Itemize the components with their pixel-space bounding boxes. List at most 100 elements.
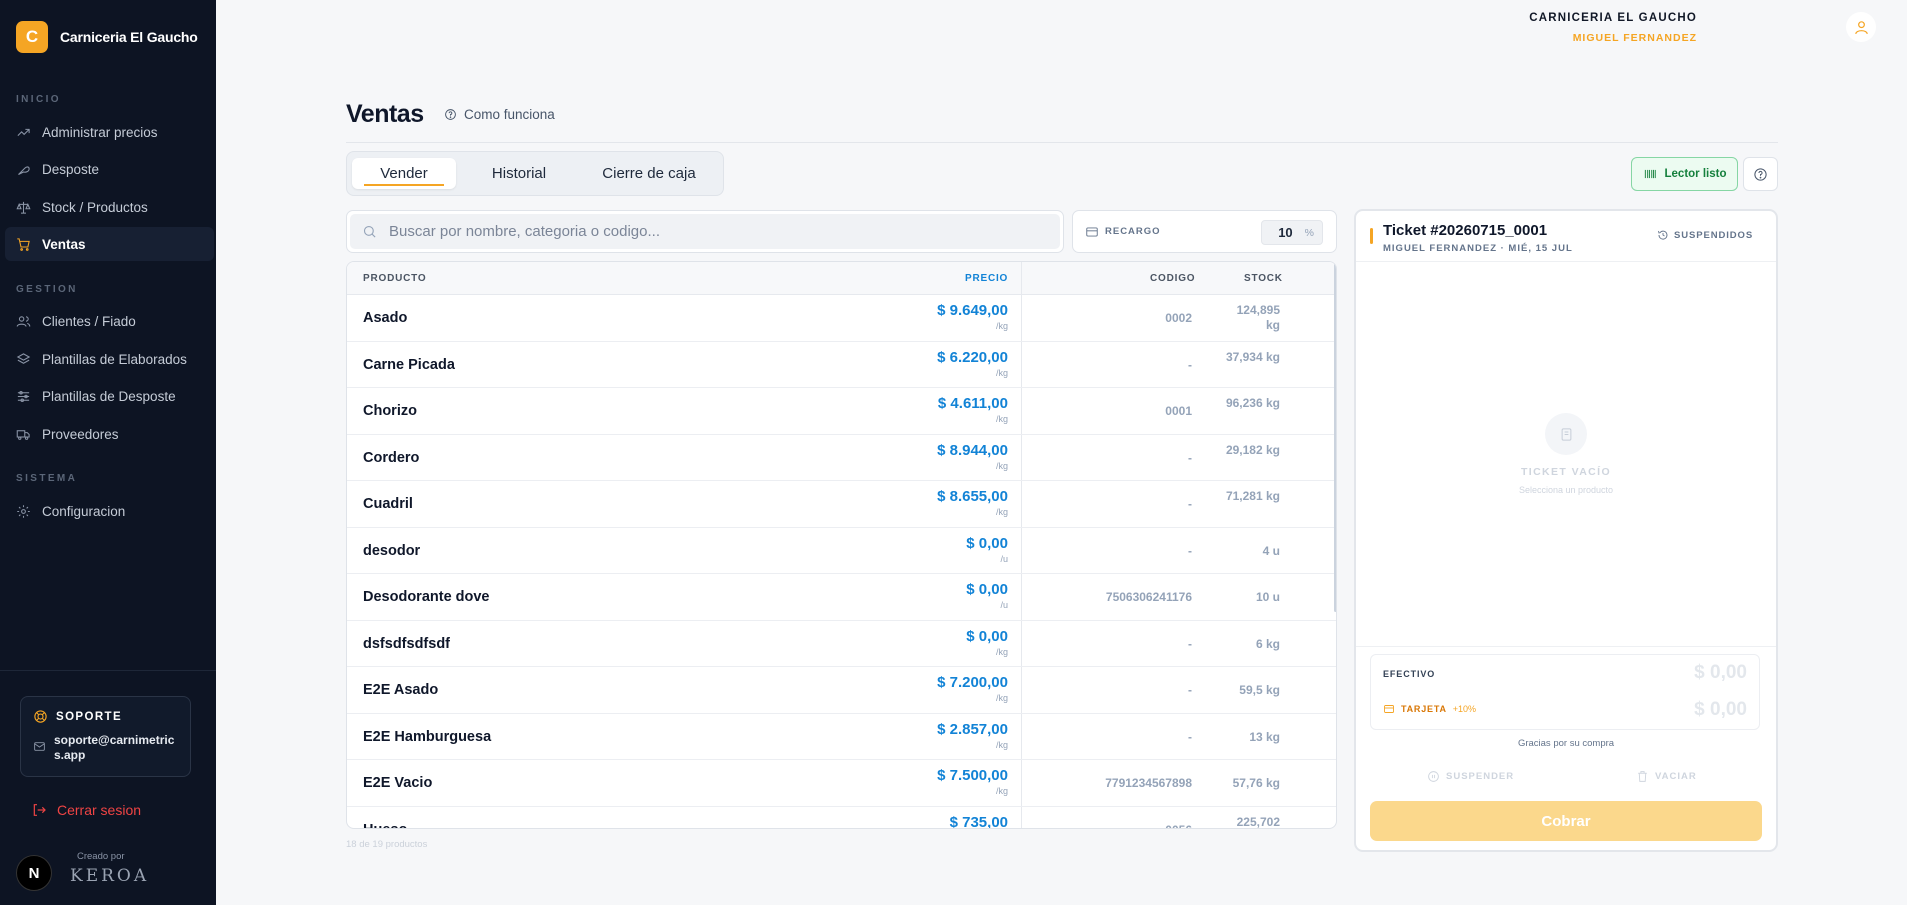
- sidebar-item-stock-productos[interactable]: Stock / Productos: [5, 190, 214, 224]
- product-price: $ 9.649,00: [937, 302, 1008, 319]
- help-circle-icon: [445, 109, 456, 120]
- sidebar-item-label: Administrar precios: [42, 124, 158, 140]
- credit-card-icon: [1384, 705, 1394, 713]
- users-icon: [16, 315, 31, 327]
- table-row[interactable]: Cuadril $ 8.655,00/kg - 71,281 kg: [347, 481, 1336, 528]
- product-unit: /kg: [995, 693, 1008, 703]
- product-stock: 71,281 kg: [1225, 489, 1280, 503]
- surcharge-label: RECARGO: [1105, 226, 1161, 237]
- table-scrollbar[interactable]: [1334, 262, 1336, 612]
- table-row[interactable]: Asado $ 9.649,00/kg 0002 124,895 kg: [347, 295, 1336, 342]
- sidebar-item-label: Plantillas de Elaborados: [42, 351, 187, 367]
- product-name: Cuadril: [363, 496, 413, 512]
- product-price: $ 0,00: [966, 534, 1008, 552]
- table-row[interactable]: Hueso$ 735,00/kg0056225,702 kg: [347, 807, 1336, 829]
- empty-ticket-title: TICKET VACÍO: [1520, 466, 1612, 478]
- product-unit: /u: [1000, 553, 1008, 564]
- card-amount: $ 0,00: [1694, 699, 1747, 720]
- cut-icon: [18, 165, 30, 175]
- product-code: 0056: [1165, 823, 1192, 829]
- barcode-icon: [1644, 169, 1656, 179]
- table-row[interactable]: desodor $ 0,00/u -4 u: [347, 528, 1336, 574]
- table-row[interactable]: E2E Asado $ 7.200,00/kg -59,5 kg: [347, 667, 1336, 714]
- scale-icon: [16, 201, 31, 214]
- product-name: Chorizo: [363, 403, 417, 419]
- table-row[interactable]: Chorizo $ 4.611,00/kg 0001 96,236 kg: [347, 388, 1336, 435]
- avatar-circle[interactable]: N: [16, 855, 52, 891]
- sidebar-item-ventas[interactable]: Ventas: [5, 227, 214, 261]
- sidebar-item-label: Plantillas de Desposte: [42, 388, 176, 404]
- brand[interactable]: C Carniceria El Gaucho: [16, 21, 198, 53]
- support-card: SOPORTE soporte@carnimetrics.app: [20, 696, 191, 777]
- product-stock: 96,236 kg: [1225, 396, 1280, 410]
- product-unit: /kg: [995, 507, 1008, 517]
- product-stock: 10 u: [1255, 590, 1280, 604]
- column-header-codigo: CODIGO: [1150, 273, 1196, 284]
- trash-icon: [1638, 771, 1647, 782]
- how-it-works-link[interactable]: Como funciona: [444, 107, 555, 122]
- sidebar-item-plantillas-desposte[interactable]: Plantillas de Desposte: [5, 379, 214, 413]
- charge-button[interactable]: Cobrar: [1370, 801, 1762, 841]
- suspend-button[interactable]: SUSPENDER: [1427, 770, 1514, 783]
- sidebar-item-label: Desposte: [42, 161, 100, 177]
- product-name: Desodorante dove: [363, 589, 490, 605]
- surcharge-control: RECARGO 10 %: [1072, 210, 1337, 253]
- product-price: $ 0,00: [966, 627, 1008, 645]
- clear-button[interactable]: VACIAR: [1636, 770, 1697, 783]
- product-unit: /kg: [995, 414, 1008, 424]
- sidebar-item-plantillas-elaborados[interactable]: Plantillas de Elaborados: [5, 342, 214, 376]
- credit-card-icon: [1086, 226, 1098, 237]
- product-price: $ 0,00: [966, 581, 1008, 598]
- product-price: $ 6.220,00: [937, 348, 1008, 366]
- product-unit: /kg: [995, 321, 1008, 331]
- product-name: Cordero: [363, 449, 420, 466]
- sidebar-item-desposte[interactable]: Desposte: [5, 152, 214, 186]
- logout-button[interactable]: Cerrar sesion: [31, 802, 141, 818]
- product-name: E2E Vacio: [363, 775, 433, 791]
- sidebar-item-proveedores[interactable]: Proveedores: [5, 417, 214, 451]
- user-icon: [1854, 20, 1868, 34]
- sidebar-item-clientes-fiado[interactable]: Clientes / Fiado: [5, 304, 214, 338]
- product-price: $ 7.200,00: [937, 674, 1008, 691]
- scanner-ready-button[interactable]: Lector listo: [1631, 157, 1738, 191]
- suspended-button[interactable]: SUSPENDIDOS: [1657, 229, 1753, 241]
- tab-cierre-de-caja[interactable]: Cierre de caja: [584, 158, 714, 189]
- product-code: -: [1188, 450, 1192, 465]
- table-row[interactable]: Cordero $ 8.944,00/kg - 29,182 kg: [347, 435, 1336, 481]
- table-row[interactable]: E2E Hamburguesa $ 2.857,00/kg -13 kg: [347, 714, 1336, 760]
- product-stock: 29,182 kg: [1225, 442, 1280, 457]
- search-icon: [363, 225, 376, 238]
- tab-vender[interactable]: Vender: [352, 158, 456, 189]
- table-row[interactable]: Carne Picada $ 6.220,00/kg - 37,934 kg: [347, 342, 1336, 388]
- surcharge-unit: %: [1304, 226, 1314, 239]
- product-code: -: [1188, 357, 1192, 372]
- surcharge-value: 10: [1278, 225, 1293, 240]
- ticket-divider: [1356, 261, 1776, 262]
- keroa-logo[interactable]: KEROA: [70, 866, 149, 886]
- brand-name: Carniceria El Gaucho: [60, 29, 198, 45]
- product-name: dsfsdfsdfsdf: [363, 635, 450, 652]
- gear-icon: [17, 504, 30, 518]
- tab-historial[interactable]: Historial: [469, 158, 569, 189]
- surcharge-input[interactable]: 10 %: [1261, 220, 1323, 245]
- sidebar-item-administrar-precios[interactable]: Administrar precios: [5, 115, 214, 149]
- product-code: 0001: [1165, 404, 1192, 418]
- truck-icon: [16, 429, 30, 440]
- user-avatar[interactable]: [1846, 12, 1876, 42]
- sidebar-item-configuracion[interactable]: Configuracion: [5, 494, 214, 528]
- cash-amount: $ 0,00: [1694, 662, 1747, 683]
- brand-logo: C: [16, 21, 48, 53]
- search-field: [350, 214, 1060, 249]
- product-stock: 13 kg: [1249, 729, 1280, 744]
- pause-icon: [1428, 771, 1439, 782]
- title-divider: [346, 142, 1778, 143]
- support-email[interactable]: soporte@carnimetrics.app: [33, 733, 178, 763]
- help-button[interactable]: [1743, 157, 1778, 191]
- table-row[interactable]: dsfsdfsdfsdf $ 0,00/kg -6 kg: [347, 621, 1336, 667]
- product-price: $ 2.857,00: [937, 720, 1008, 738]
- table-row[interactable]: E2E Vacio $ 7.500,00/kg 7791234567898 57,76…: [347, 760, 1336, 807]
- search-input[interactable]: [389, 223, 989, 240]
- product-stock: 57,76 kg: [1232, 776, 1280, 790]
- column-header-producto: PRODUCTO: [363, 273, 427, 284]
- table-row[interactable]: Desodorante dove $ 0,00/u 7506306241176 10 …: [347, 574, 1336, 621]
